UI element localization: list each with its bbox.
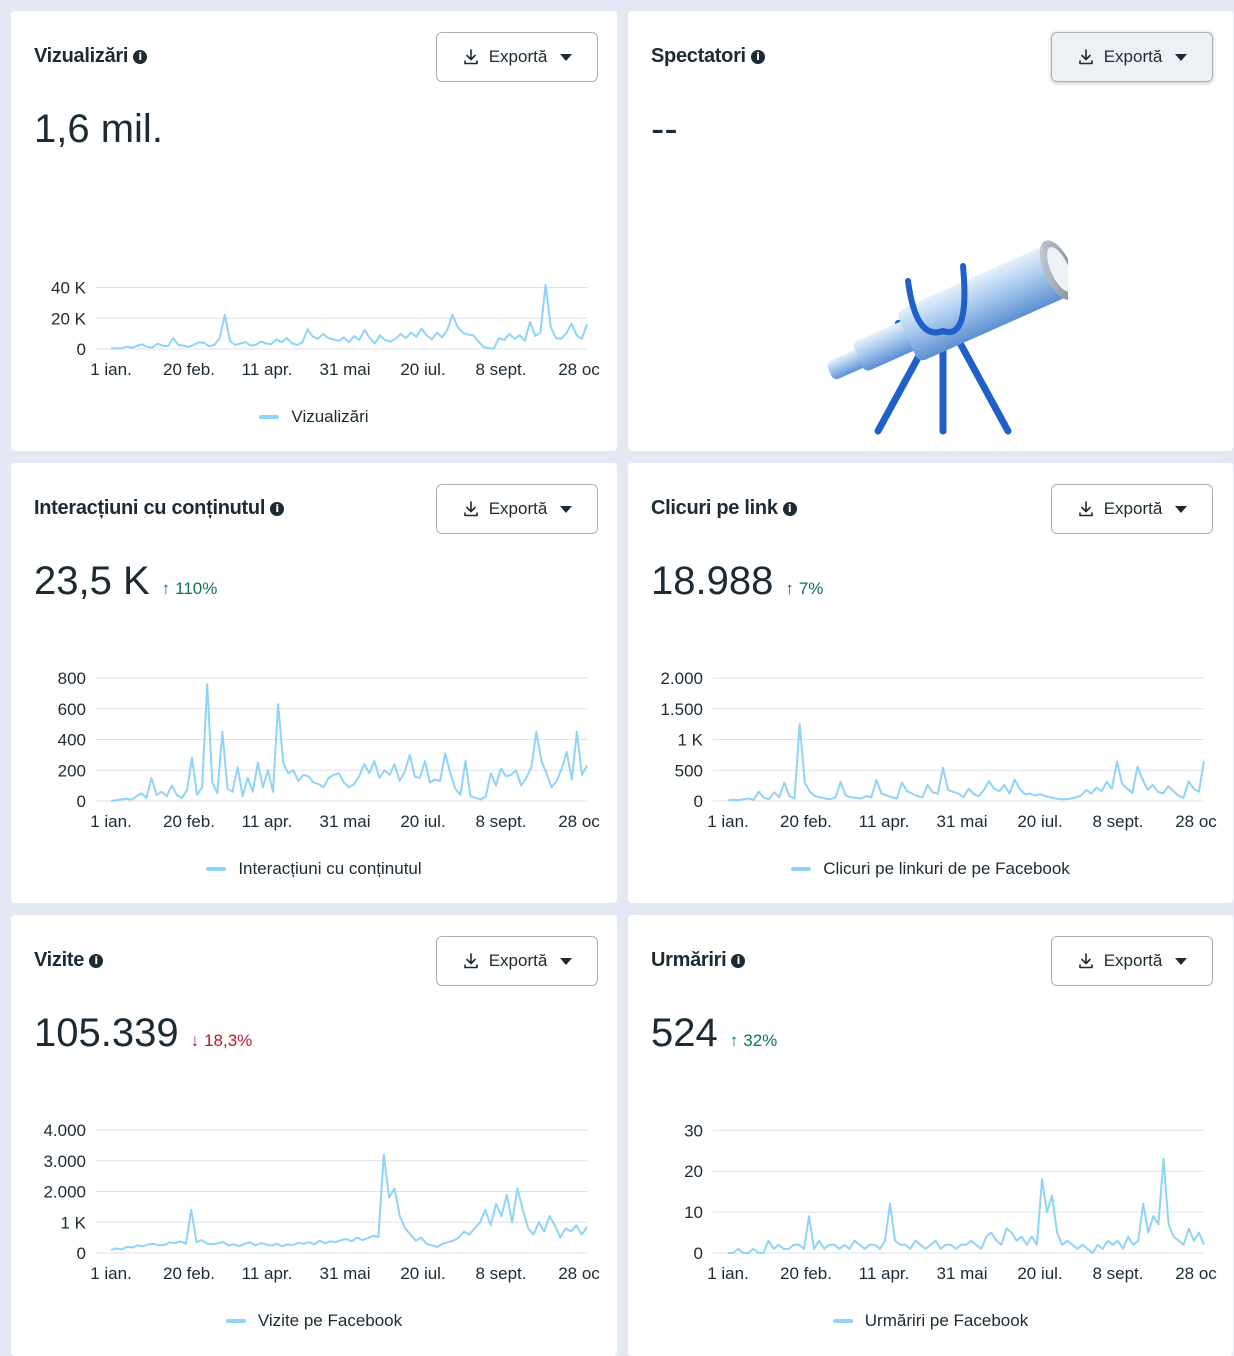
y-tick-label: 200 xyxy=(58,761,86,780)
x-tick-label: 28 oc xyxy=(1175,812,1217,831)
series-line xyxy=(727,723,1205,802)
x-tick-label: 31 mai xyxy=(936,1264,987,1283)
y-tick-label: 20 xyxy=(684,1162,703,1181)
x-tick-label: 20 feb. xyxy=(780,1264,832,1283)
export-label: Exportă xyxy=(1103,47,1163,66)
x-tick-label: 28 oc xyxy=(558,360,600,379)
x-tick-label: 8 sept. xyxy=(475,1264,526,1283)
x-tick-label: 20 feb. xyxy=(163,812,215,831)
x-tick-label: 8 sept. xyxy=(1092,1264,1143,1283)
y-tick-label: 0 xyxy=(77,1244,86,1263)
y-tick-label: 400 xyxy=(58,731,86,750)
y-tick-label: 3.000 xyxy=(43,1152,86,1171)
x-tick-label: 1 ian. xyxy=(90,812,132,831)
y-tick-label: 20 K xyxy=(51,309,87,328)
card-interactiuni: Interacțiuni cu conținutul i Exportă 23,… xyxy=(11,463,617,903)
metric-value: -- xyxy=(651,107,678,152)
series-line xyxy=(728,1157,1205,1254)
card-vizualizari: Vizualizări i Exportă 1,6 mil. 0 20 K 40 K… xyxy=(11,11,617,451)
chart-legend[interactable]: Vizualizări xyxy=(11,407,617,427)
x-tick-label: 20 feb. xyxy=(780,812,832,831)
x-tick-label: 31 mai xyxy=(319,360,370,379)
card-spectatori: Spectatori i Exportă -- xyxy=(628,11,1233,451)
x-tick-label: 20 iul. xyxy=(400,812,445,831)
chart-legend[interactable]: Interacțiuni cu conținutul xyxy=(11,859,617,879)
export-button[interactable]: Exportă xyxy=(1051,32,1213,82)
y-tick-label: 1 K xyxy=(60,1213,86,1232)
x-tick-label: 20 iul. xyxy=(400,1264,445,1283)
x-tick-label: 31 mai xyxy=(319,1264,370,1283)
x-tick-label: 11 apr. xyxy=(859,812,910,831)
chart: 0 200 400 600 800 1 ian. 20 feb. 11 apr. 31 mai 2… xyxy=(58,669,601,831)
series-line xyxy=(110,283,588,350)
card-urmariri: Urmăriri i Exportă 524 ↑ 32% 0 10 20 30 1 ian… xyxy=(628,915,1233,1356)
legend-swatch xyxy=(259,415,280,419)
x-tick-label: 1 ian. xyxy=(707,812,749,831)
legend-label: Clicuri pe linkuri de pe Facebook xyxy=(823,859,1070,878)
x-tick-label: 28 oc xyxy=(558,1264,600,1283)
legend-label: Vizite pe Facebook xyxy=(257,1311,403,1330)
x-tick-label: 28 oc xyxy=(558,812,600,831)
chart: 0 1 K 2.000 3.000 4.000 1 ian. 20 feb. 11 apr. 3… xyxy=(43,1121,600,1283)
chart: 0 20 K 40 K 1 ian. 20 feb. 11 apr. 31 mai 20 iu… xyxy=(51,279,600,380)
download-icon xyxy=(1078,49,1093,65)
chart: 0 10 20 30 1 ian. 20 feb. 11 apr. 31 mai 20 iul.… xyxy=(684,1121,1217,1283)
metric-value-text: -- xyxy=(651,107,678,151)
x-tick-label: 1 ian. xyxy=(90,1264,132,1283)
y-tick-label: 30 xyxy=(684,1121,703,1140)
y-tick-label: 800 xyxy=(58,669,86,688)
chevron-down-icon xyxy=(1175,53,1188,61)
legend-swatch xyxy=(791,867,812,871)
x-tick-label: 11 apr. xyxy=(859,1264,910,1283)
legend-swatch xyxy=(832,1319,853,1323)
y-tick-label: 4.000 xyxy=(43,1121,86,1140)
card-title-text: Spectatori xyxy=(651,45,746,67)
x-tick-label: 31 mai xyxy=(936,812,987,831)
y-tick-label: 0 xyxy=(77,340,86,359)
legend-label: Interacțiuni cu conținutul xyxy=(238,859,422,878)
chart: 0 500 1 K 1.500 2.000 1 ian. 20 feb. 11 apr. 31 … xyxy=(660,669,1217,831)
x-tick-label: 11 apr. xyxy=(242,812,293,831)
x-tick-label: 20 feb. xyxy=(163,360,215,379)
x-tick-label: 8 sept. xyxy=(475,812,526,831)
y-tick-label: 40 K xyxy=(51,279,87,298)
y-tick-label: 1.500 xyxy=(660,700,703,719)
legend-label: Urmăriri pe Facebook xyxy=(864,1311,1029,1330)
y-tick-label: 10 xyxy=(684,1203,703,1222)
x-tick-label: 31 mai xyxy=(319,812,370,831)
chart-legend[interactable]: Clicuri pe linkuri de pe Facebook xyxy=(628,859,1233,879)
x-tick-label: 20 iul. xyxy=(1017,1264,1062,1283)
x-tick-label: 8 sept. xyxy=(475,360,526,379)
x-tick-label: 1 ian. xyxy=(707,1264,749,1283)
series-line xyxy=(110,1153,588,1251)
y-tick-label: 0 xyxy=(694,1244,703,1263)
legend-swatch xyxy=(225,1319,246,1323)
y-tick-label: 2.000 xyxy=(660,669,703,688)
card-title: Spectatori i xyxy=(651,45,765,68)
y-tick-label: 0 xyxy=(694,792,703,811)
telescope-illustration xyxy=(827,240,1068,435)
x-tick-label: 1 ian. xyxy=(90,360,132,379)
x-tick-label: 20 iul. xyxy=(1017,812,1062,831)
x-tick-label: 8 sept. xyxy=(1092,812,1143,831)
y-tick-label: 600 xyxy=(58,700,86,719)
x-tick-label: 20 feb. xyxy=(163,1264,215,1283)
card-vizite: Vizite i Exportă 105.339 ↓ 18,3% 01 K 2.00… xyxy=(11,915,617,1356)
y-tick-label: 0 xyxy=(77,792,86,811)
legend-swatch xyxy=(206,867,227,871)
series-line xyxy=(110,683,588,802)
y-tick-label: 500 xyxy=(675,761,703,780)
legend-label: Vizualizări xyxy=(291,407,369,426)
card-clicuri: Clicuri pe link i Exportă 18.988 ↑ 7% 0 50… xyxy=(628,463,1233,903)
y-tick-label: 1 K xyxy=(677,731,703,750)
y-tick-label: 2.000 xyxy=(43,1183,86,1202)
x-tick-label: 11 apr. xyxy=(242,1264,293,1283)
x-tick-label: 20 iul. xyxy=(400,360,445,379)
x-tick-label: 11 apr. xyxy=(242,360,293,379)
chart-legend[interactable]: Urmăriri pe Facebook xyxy=(628,1311,1233,1331)
chart-legend[interactable]: Vizite pe Facebook xyxy=(11,1311,617,1331)
info-icon[interactable]: i xyxy=(750,49,765,64)
x-tick-label: 28 oc xyxy=(1175,1264,1217,1283)
